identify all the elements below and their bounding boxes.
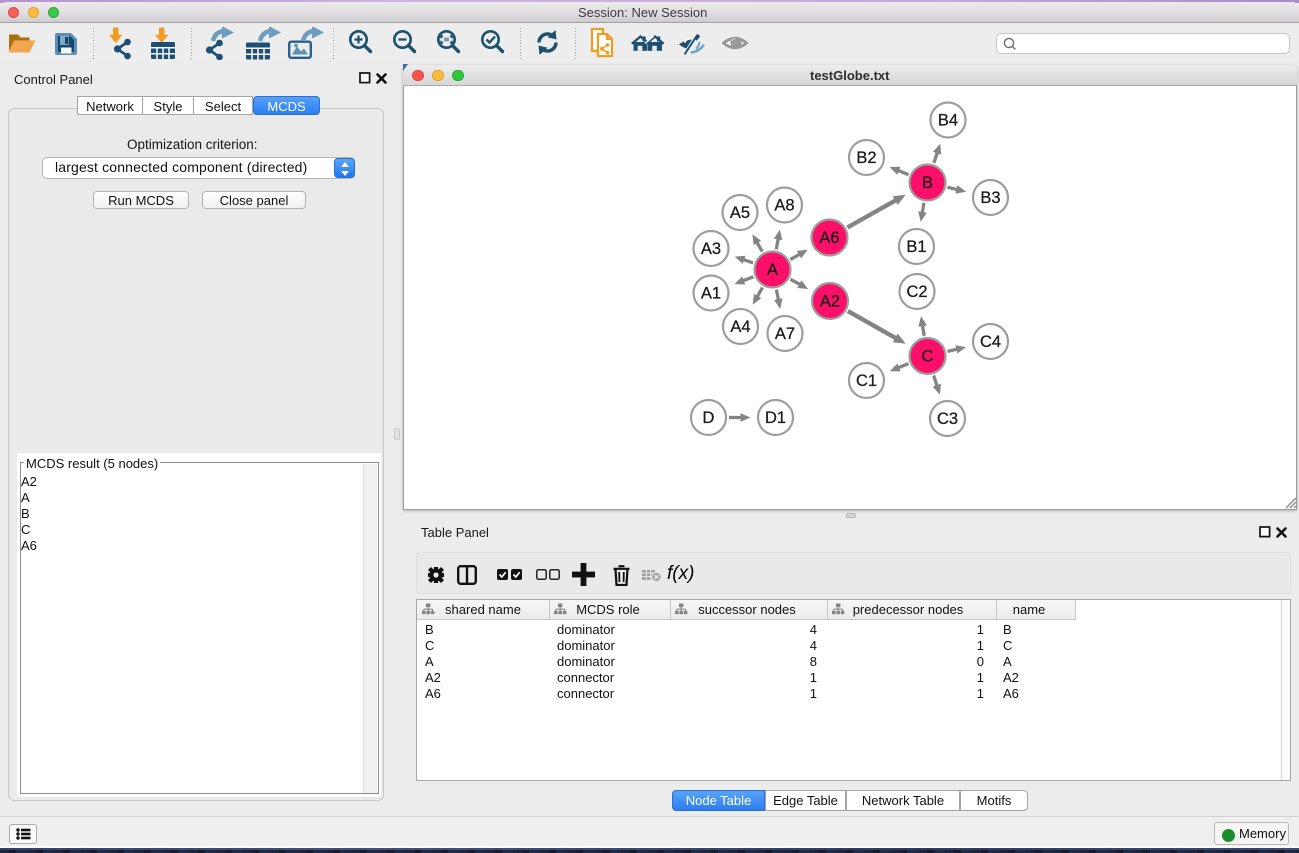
svg-text:C: C <box>922 348 934 366</box>
svg-text:C3: C3 <box>937 410 958 428</box>
svg-text:D: D <box>703 409 715 427</box>
svg-text:C2: C2 <box>906 283 927 301</box>
svg-text:A4: A4 <box>730 318 750 336</box>
svg-text:D1: D1 <box>765 409 786 427</box>
svg-text:A8: A8 <box>774 197 794 215</box>
svg-text:A5: A5 <box>730 204 750 222</box>
svg-text:A3: A3 <box>701 240 721 258</box>
svg-text:B4: B4 <box>938 112 958 130</box>
svg-text:A1: A1 <box>701 285 721 303</box>
svg-text:B: B <box>922 174 933 192</box>
svg-text:C4: C4 <box>980 333 1001 351</box>
svg-text:A7: A7 <box>775 325 795 343</box>
svg-text:C1: C1 <box>856 372 877 390</box>
svg-text:A2: A2 <box>820 293 840 311</box>
svg-text:A6: A6 <box>819 229 839 247</box>
svg-text:B2: B2 <box>856 149 876 167</box>
svg-text:B1: B1 <box>906 238 926 256</box>
svg-text:B3: B3 <box>980 189 1000 207</box>
svg-text:A: A <box>767 261 778 279</box>
